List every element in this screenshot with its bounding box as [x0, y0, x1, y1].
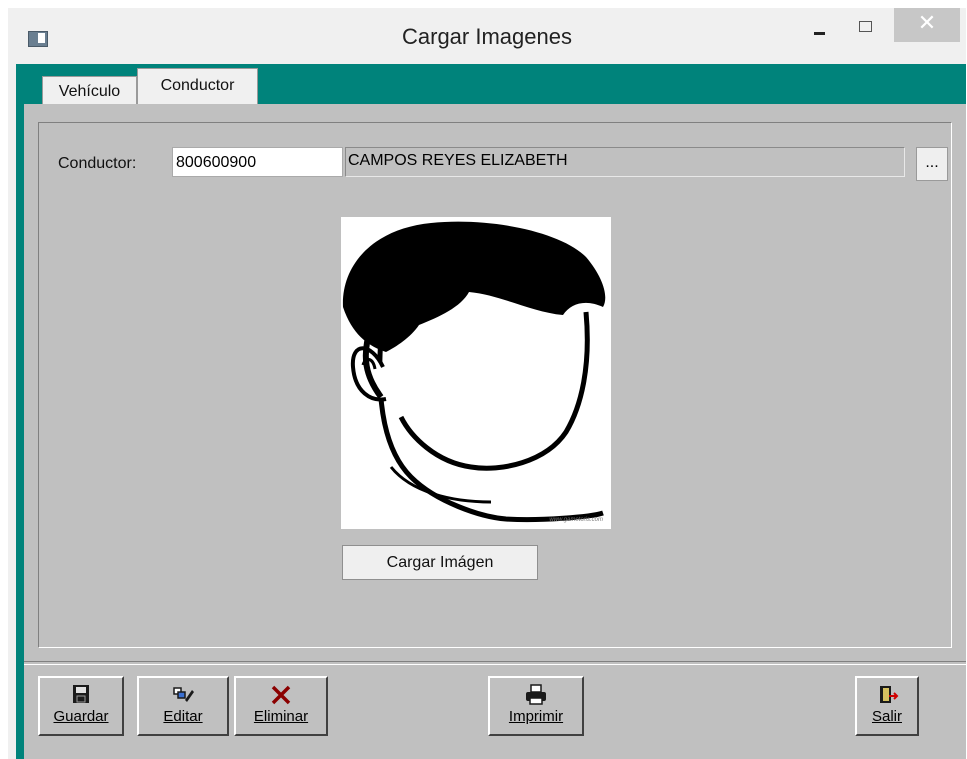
minimize-button[interactable] — [802, 8, 836, 42]
save-label: Guardar — [53, 708, 109, 725]
edit-icon — [173, 687, 194, 702]
save-button[interactable]: Guardar — [38, 676, 124, 736]
tab-conductor[interactable]: Conductor — [137, 68, 258, 108]
delete-button[interactable]: Eliminar — [234, 676, 328, 736]
browse-button[interactable]: ... — [916, 147, 948, 181]
maximize-button[interactable] — [848, 8, 884, 42]
print-label: Imprimir — [508, 708, 564, 725]
toolbar-separator — [24, 661, 966, 665]
conductor-photo: www.gametoris.com — [341, 217, 611, 529]
edit-button[interactable]: Editar — [137, 676, 229, 736]
tab-vehiculo[interactable]: Vehículo — [42, 76, 137, 104]
exit-button[interactable]: Salir — [855, 676, 919, 736]
conductor-label: Conductor: — [58, 155, 137, 172]
tab-label: Conductor — [160, 77, 235, 94]
floppy-disk-icon — [73, 685, 89, 703]
bottom-toolbar: Guardar Editar Eliminar Imprimir Salir — [24, 657, 966, 759]
delete-x-icon — [271, 685, 291, 705]
close-icon: ✕ — [917, 10, 937, 35]
app-window: Cargar Imagenes ✕ Vehículo Conductor Con… — [8, 8, 966, 759]
printer-icon — [526, 684, 546, 705]
delete-label: Eliminar — [253, 708, 309, 725]
tab-label: Vehículo — [58, 83, 121, 100]
tab-strip: Vehículo Conductor — [24, 64, 966, 108]
person-silhouette-icon — [342, 221, 606, 523]
print-button[interactable]: Imprimir — [488, 676, 584, 736]
edit-label: Editar — [163, 708, 203, 725]
upload-image-button[interactable]: Cargar Imágen — [342, 545, 538, 580]
tab-strip-border — [16, 64, 24, 759]
conductor-name-field: CAMPOS REYES ELIZABETH — [345, 147, 905, 177]
close-button[interactable]: ✕ — [894, 8, 960, 42]
exit-label: Salir — [871, 708, 902, 725]
exit-door-icon — [880, 686, 899, 703]
conductor-panel: Conductor: 800600900 CAMPOS REYES ELIZAB… — [24, 104, 966, 657]
conductor-id-field[interactable]: 800600900 — [172, 147, 343, 177]
title-bar[interactable]: Cargar Imagenes ✕ — [8, 8, 966, 64]
photo-watermark: www.gametoris.com — [549, 517, 603, 523]
